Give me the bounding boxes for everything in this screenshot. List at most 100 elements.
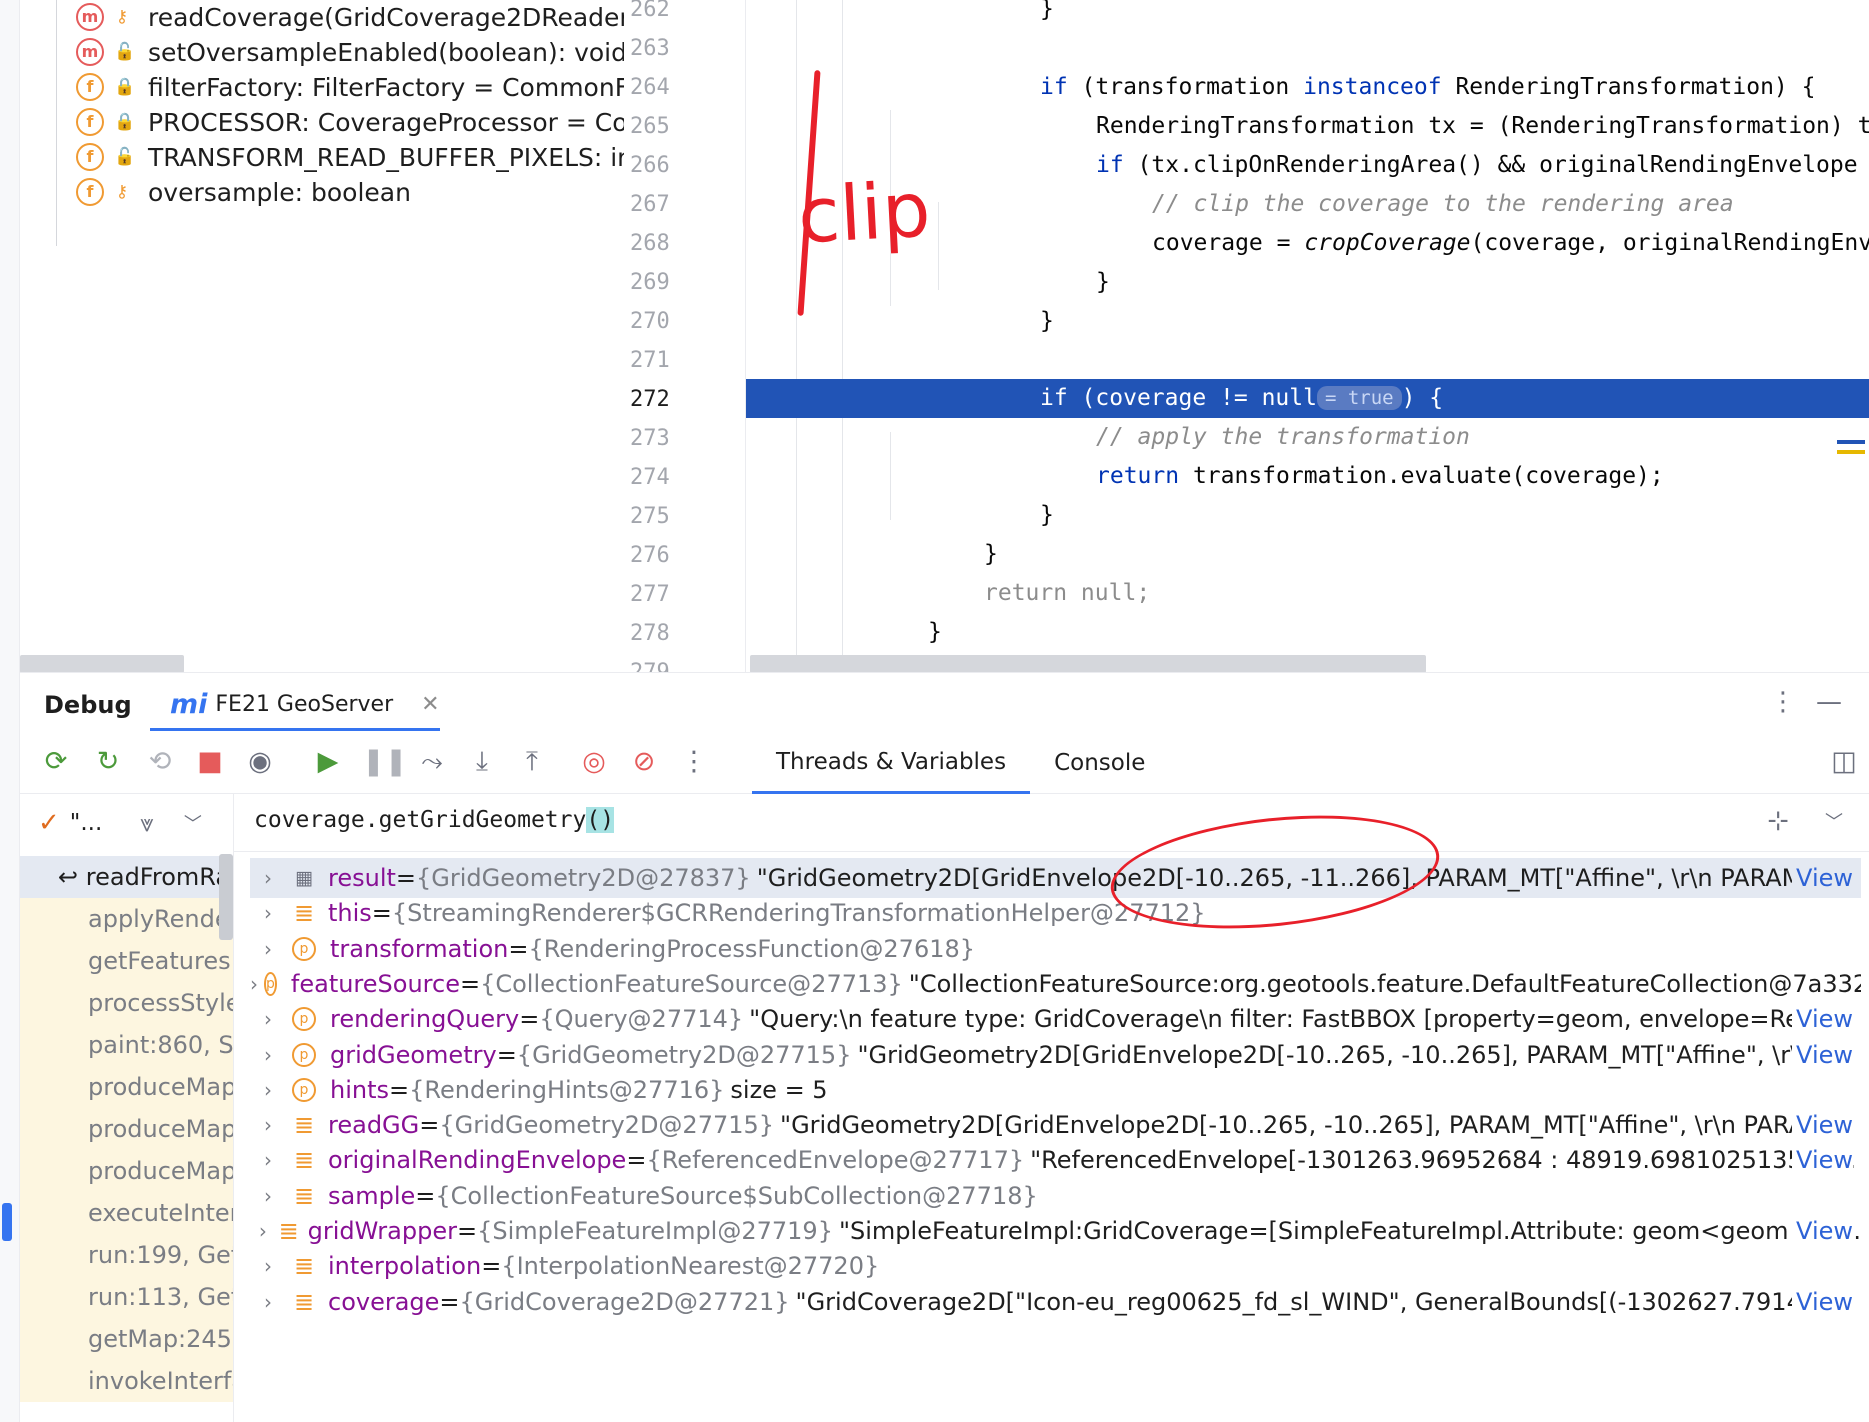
line-number[interactable]: 264 xyxy=(630,68,690,107)
chevron-right-icon[interactable]: › xyxy=(250,1007,286,1031)
line-number[interactable]: 276 xyxy=(630,536,690,575)
view-link[interactable]: View xyxy=(1792,1111,1853,1140)
thread-selector[interactable]: "... xyxy=(70,810,103,836)
chevron-right-icon[interactable]: › xyxy=(250,1290,286,1314)
add-watch-icon[interactable]: ⊹ xyxy=(1767,806,1789,836)
line-number[interactable]: 265 xyxy=(630,107,690,146)
chevron-right-icon[interactable]: › xyxy=(250,866,286,890)
tab-console[interactable]: Console xyxy=(1030,732,1169,794)
expression-input[interactable]: coverage.getGridGeometry() xyxy=(254,807,615,833)
variable-row[interactable]: › p transformation = {RenderingProcessFunc… xyxy=(250,929,1861,969)
chevron-right-icon[interactable]: › xyxy=(250,1043,286,1067)
variable-row[interactable]: › ≣ this = {StreamingRenderer$GCRRendering… xyxy=(250,893,1861,933)
variable-row[interactable]: › ≣ gridWrapper = {SimpleFeatureImpl@27719… xyxy=(250,1211,1861,1251)
chevron-right-icon[interactable]: › xyxy=(250,1184,286,1208)
stack-frame[interactable]: applyRender xyxy=(20,898,233,940)
stack-frame[interactable]: getMap:245, xyxy=(20,1318,233,1360)
structure-scrollbar[interactable] xyxy=(20,655,184,672)
line-number[interactable]: 274 xyxy=(630,458,690,497)
line-number[interactable]: 270 xyxy=(630,302,690,341)
close-icon[interactable]: ✕ xyxy=(421,692,439,717)
step-over-icon[interactable]: ⤳ xyxy=(414,746,450,778)
variable-row[interactable]: › ▦ result = {GridGeometry2D@27837} "GridG… xyxy=(250,858,1861,898)
chevron-right-icon[interactable]: › xyxy=(250,1254,286,1278)
variable-row[interactable]: › ≣ sample = {CollectionFeatureSource$SubC… xyxy=(250,1176,1861,1216)
view-link[interactable]: View xyxy=(1792,864,1853,892)
line-number[interactable]: 266 xyxy=(630,146,690,185)
stack-frame[interactable]: processStyle xyxy=(20,982,233,1024)
line-number[interactable]: 269 xyxy=(630,263,690,302)
structure-item[interactable]: f ⚷ oversample: boolean xyxy=(76,171,411,213)
stack-frame[interactable]: getFeatures: xyxy=(20,940,233,982)
error-stripe[interactable] xyxy=(1837,440,1865,460)
line-number[interactable]: 278 xyxy=(630,614,690,653)
chevron-right-icon[interactable]: › xyxy=(250,1113,286,1137)
view-link[interactable]: View xyxy=(1792,1005,1853,1034)
chevron-right-icon[interactable]: › xyxy=(250,1078,286,1102)
minimize-icon[interactable]: — xyxy=(1816,687,1842,717)
view-link[interactable]: View xyxy=(1792,1146,1853,1175)
line-number[interactable]: 268 xyxy=(630,224,690,263)
chevron-right-icon[interactable]: › xyxy=(250,937,286,961)
step-into-icon[interactable]: ⤓ xyxy=(464,746,500,778)
step-out-icon[interactable]: ⤒ xyxy=(514,746,550,778)
rerun-icon[interactable]: ⟳ xyxy=(38,746,74,777)
editor-scrollbar[interactable] xyxy=(750,655,1426,672)
view-breakpoints-icon[interactable]: ◉ xyxy=(242,746,278,777)
check-icon[interactable]: ✓ xyxy=(38,808,60,838)
line-number[interactable]: 277 xyxy=(630,575,690,614)
parameter-icon: p xyxy=(292,1077,316,1102)
evaluate-expression-bar[interactable]: coverage.getGridGeometry() ⊹ ﹀ xyxy=(234,794,1869,852)
stack-frame[interactable]: produceMap xyxy=(20,1108,233,1150)
stack-frame[interactable]: produceMap xyxy=(20,1066,233,1108)
frames-scrollbar[interactable] xyxy=(219,854,233,940)
layout-icon[interactable]: ◫ xyxy=(1826,746,1862,777)
stack-frame[interactable]: ↩ readFromRas xyxy=(20,856,233,898)
variable-row[interactable]: › p hints = {RenderingHints@27716} size = … xyxy=(250,1070,1861,1110)
variable-row[interactable]: › p renderingQuery = {Query@27714} "Query:… xyxy=(250,999,1861,1039)
line-number[interactable]: 273 xyxy=(630,419,690,458)
stack-frame[interactable]: executeInter xyxy=(20,1192,233,1234)
resume-icon[interactable]: ▶ xyxy=(310,746,346,777)
filter-icon[interactable]: ⩔ xyxy=(140,809,154,837)
chevron-down-icon[interactable]: ﹀ xyxy=(184,810,202,836)
view-link[interactable]: View xyxy=(1792,1040,1853,1069)
variable-row[interactable]: › p gridGeometry = {GridGeometry2D@27715} … xyxy=(250,1035,1861,1075)
stop-icon[interactable]: ■ xyxy=(192,746,228,777)
line-number[interactable]: 267 xyxy=(630,185,690,224)
restart-icon[interactable]: ↻ xyxy=(90,746,126,777)
code-editor[interactable]: 262 263 264 265 266 267 268 269 270 271 272 273 274 2… xyxy=(624,0,1869,672)
stack-frame[interactable]: invokeInterfa xyxy=(20,1360,233,1402)
stack-frame[interactable]: run:199, GetM xyxy=(20,1234,233,1276)
tab-threads-variables[interactable]: Threads & Variables xyxy=(752,732,1031,794)
chevron-right-icon[interactable]: › xyxy=(250,1219,276,1243)
chevron-right-icon[interactable]: › xyxy=(250,1148,286,1172)
variable-row[interactable]: › ≣ coverage = {GridCoverage2D@27721} "Gri… xyxy=(250,1282,1861,1322)
variable-row[interactable]: › ≣ readGG = {GridGeometry2D@27715} "GridG… xyxy=(250,1105,1861,1145)
chevron-right-icon[interactable]: › xyxy=(250,972,258,996)
line-number[interactable]: 271 xyxy=(630,341,690,380)
variable-row[interactable]: › p featureSource = {CollectionFeatureSour… xyxy=(250,964,1861,1004)
line-number[interactable]: 275 xyxy=(630,497,690,536)
tool-window-tab[interactable] xyxy=(2,1203,12,1241)
more-options-icon[interactable]: ⋮ xyxy=(1770,687,1796,717)
view-link[interactable]: View xyxy=(1792,1217,1853,1245)
line-number[interactable]: 279 xyxy=(630,653,690,672)
view-link[interactable]: View xyxy=(1792,1287,1853,1316)
pause-icon[interactable]: ❚❚ xyxy=(362,746,407,777)
line-number[interactable]: 272 xyxy=(630,380,690,419)
run-to-cursor-icon[interactable]: ◎ xyxy=(576,746,612,777)
stack-frame[interactable]: produceMap xyxy=(20,1150,233,1192)
mute-breakpoints-icon[interactable]: ⊘ xyxy=(626,746,662,777)
line-number[interactable]: 262 xyxy=(630,0,690,29)
more-actions-icon[interactable]: ⋮ xyxy=(676,746,712,777)
variable-row[interactable]: › ≣ originalRendingEnvelope = {ReferencedE… xyxy=(250,1140,1861,1180)
stack-frame[interactable]: run:113, GetM xyxy=(20,1276,233,1318)
chevron-right-icon[interactable]: › xyxy=(250,901,286,925)
variable-row[interactable]: › ≣ interpolation = {InterpolationNearest@… xyxy=(250,1246,1861,1286)
chevron-down-icon[interactable]: ﹀ xyxy=(1825,808,1843,834)
reload-icon[interactable]: ⟲ xyxy=(142,746,178,777)
stack-frame[interactable]: paint:860, St xyxy=(20,1024,233,1066)
line-number[interactable]: 263 xyxy=(630,29,690,68)
run-config-tab[interactable]: mi FE21 GeoServer ✕ xyxy=(150,681,440,731)
